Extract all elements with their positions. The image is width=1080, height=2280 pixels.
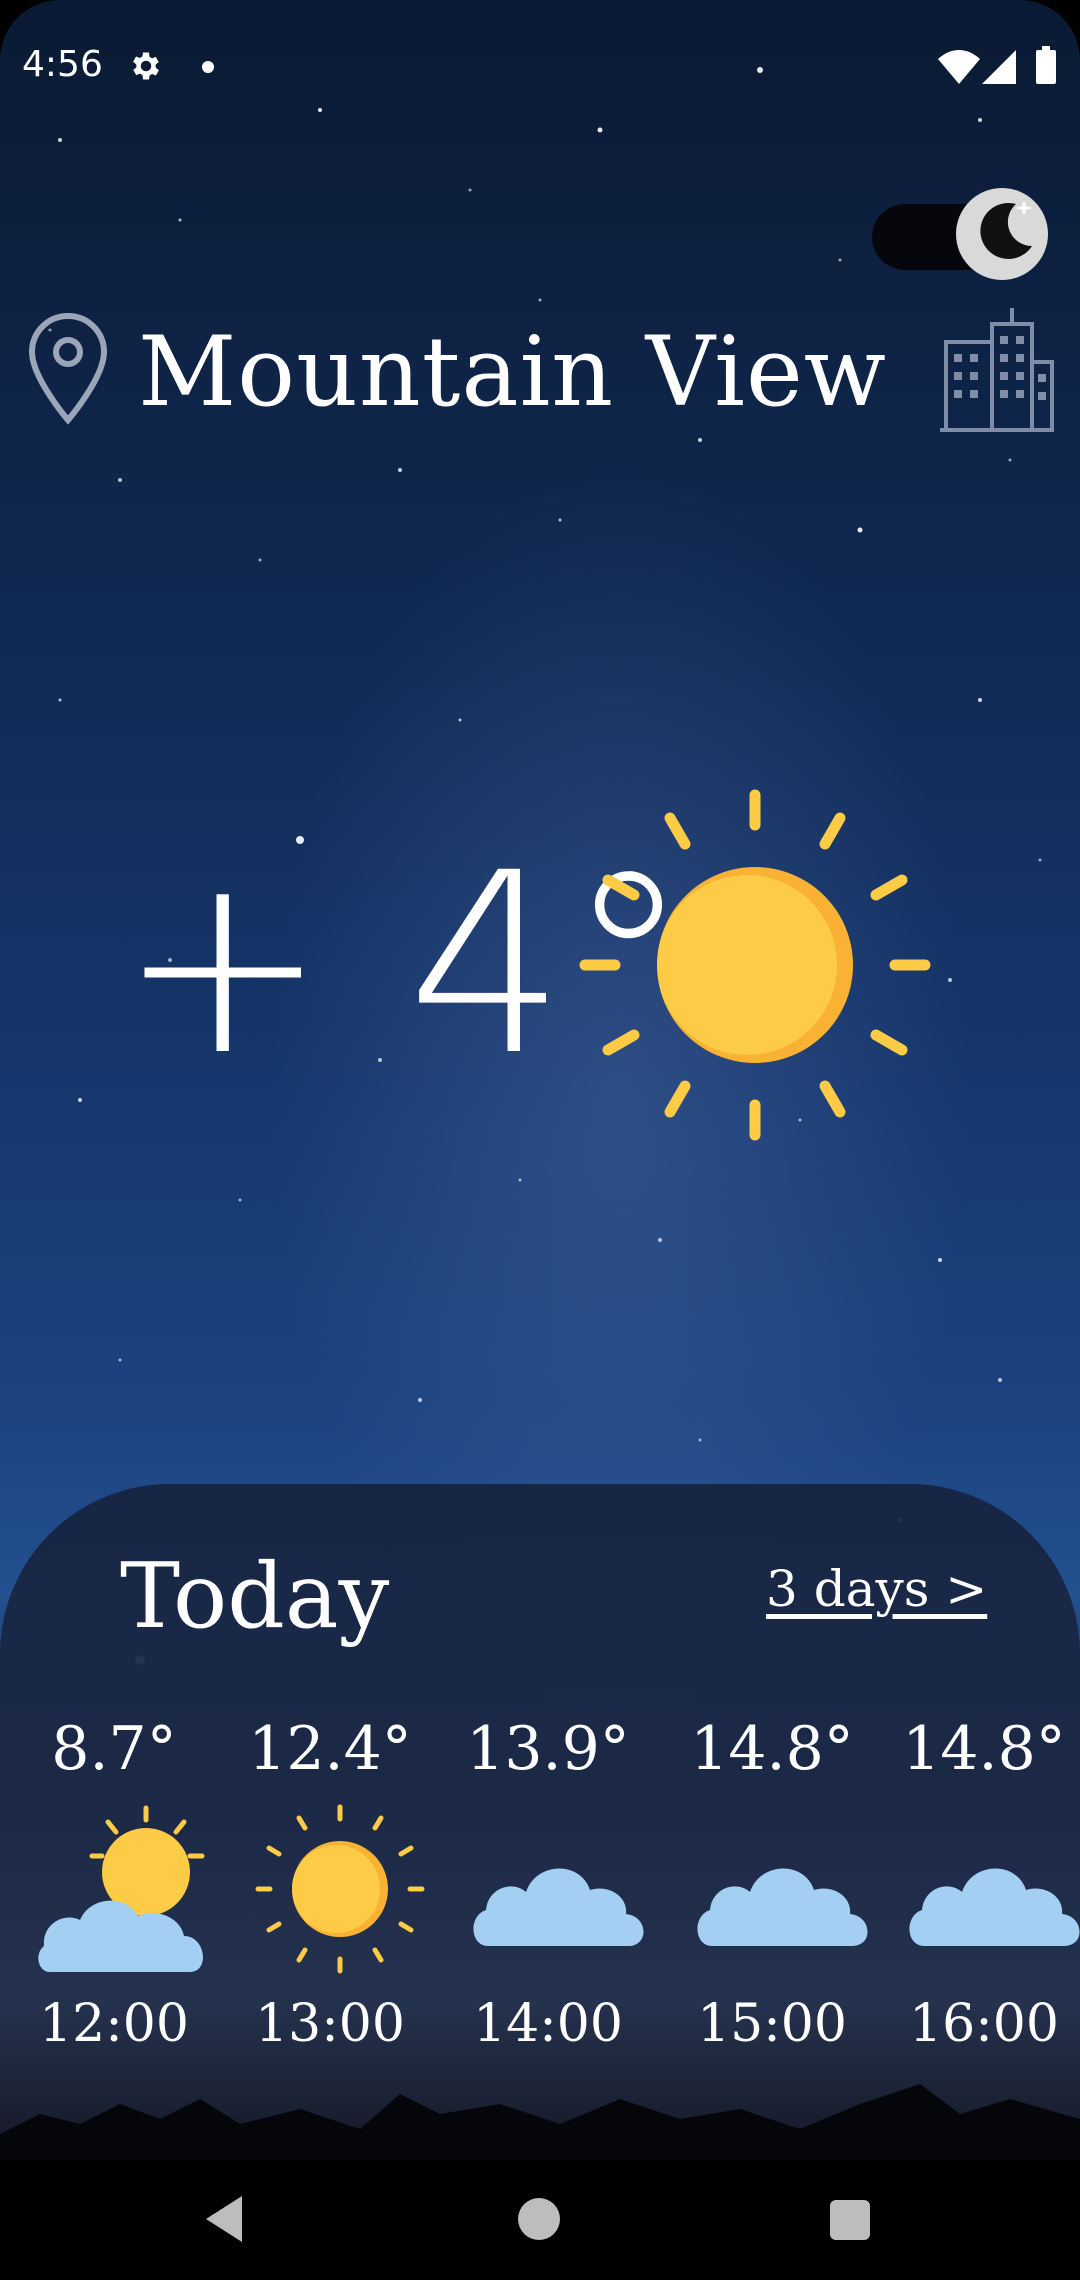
hour-item[interactable]: 13.9° 14:00: [448, 1714, 648, 2074]
hour-time: 13:00: [255, 1994, 405, 2054]
partly-cloudy-icon: [38, 1805, 205, 1972]
hour-temperature: 8.7°: [51, 1714, 177, 1784]
cellular-signal-icon: [982, 50, 1016, 84]
back-button[interactable]: [200, 2192, 250, 2246]
notification-dot-icon: [202, 61, 214, 73]
city-name: Mountain View: [138, 316, 887, 428]
hour-item[interactable]: 14.8° 15:00: [672, 1714, 872, 2074]
sun-icon: [579, 789, 931, 1141]
hour-temperature: 13.9°: [466, 1714, 630, 1784]
hour-time: 16:00: [909, 1994, 1059, 2054]
hour-time: 14:00: [473, 1994, 623, 2054]
hour-item[interactable]: 8.7° 12:00: [14, 1714, 214, 2074]
moon-icon: [956, 188, 1048, 280]
hour-temperature: 14.8°: [690, 1714, 854, 1784]
hour-time: 12:00: [39, 1994, 189, 2054]
recent-apps-button[interactable]: [830, 2200, 870, 2240]
hour-temperature: 14.8°: [902, 1714, 1066, 1784]
cloud-icon: [473, 1868, 644, 1946]
sun-icon: [255, 1804, 425, 1974]
location-pin-icon[interactable]: [26, 312, 110, 426]
hour-item[interactable]: 14.8° 16:00: [884, 1714, 1080, 2074]
cloud-icon: [909, 1868, 1080, 1946]
city-buildings-icon[interactable]: [938, 302, 1056, 434]
weather-screen: 4:56 Mountain View + 4° Today 3 days > 8…: [0, 0, 1080, 2280]
dark-mode-toggle[interactable]: [872, 188, 1052, 280]
navigation-bar: [0, 2160, 1080, 2280]
three-days-link[interactable]: 3 days >: [766, 1560, 987, 1618]
battery-icon: [1036, 46, 1056, 84]
hour-temperature: 12.4°: [248, 1714, 412, 1784]
gear-icon: [133, 52, 159, 80]
status-bar: 4:56: [0, 0, 1080, 130]
hourly-forecast-list: 8.7° 12:00 12.4° 13:00 13.9° 14:00 14.8°…: [0, 1714, 1080, 2074]
home-button[interactable]: [518, 2198, 560, 2240]
today-heading: Today: [120, 1544, 390, 1649]
cloud-icon: [697, 1868, 868, 1946]
hour-item[interactable]: 12.4° 13:00: [230, 1714, 430, 2074]
status-time: 4:56: [22, 44, 103, 85]
wifi-icon: [938, 50, 980, 84]
hour-time: 15:00: [697, 1994, 847, 2054]
